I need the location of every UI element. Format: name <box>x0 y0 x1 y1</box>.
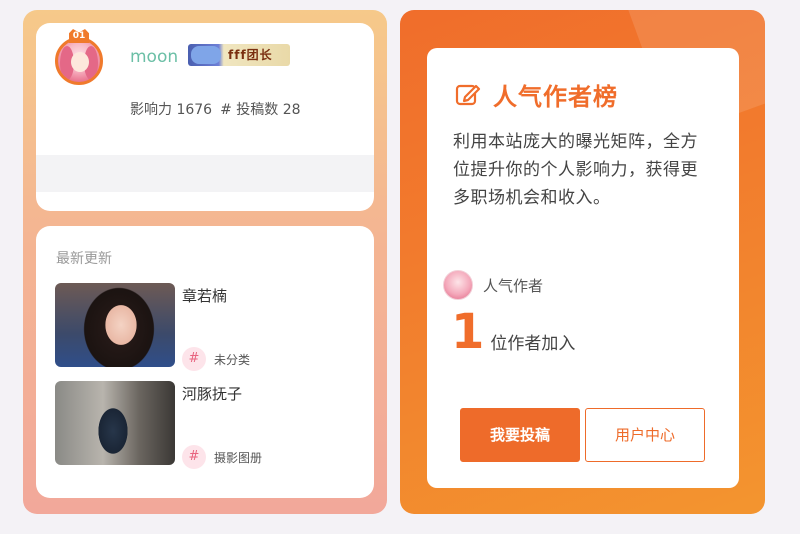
list-item[interactable]: 河豚抚子 # 摄影图册 <box>55 381 355 469</box>
ranking-description: 利用本站庞大的曝光矩阵，全方位提升你的个人影响力，获得更多职场机会和收入。 <box>453 132 698 208</box>
author-count: 1 位作者加入 <box>451 308 575 356</box>
vip-badge: fff团长 <box>188 44 290 66</box>
latest-updates-card: 最新更新 章若楠 # 未分类 河豚抚子 # 摄影图册 <box>36 226 374 498</box>
post-title[interactable]: 章若楠 <box>182 285 227 306</box>
influence-value: 1676 <box>176 102 213 118</box>
posts-value: 28 <box>282 102 301 118</box>
post-title[interactable]: 河豚抚子 <box>182 383 242 404</box>
hash-icon: # <box>182 347 206 371</box>
badge-mascot-icon <box>191 46 221 64</box>
influence-label: 影响力 <box>130 102 172 118</box>
vip-badge-text: fff团长 <box>228 48 273 62</box>
edit-icon <box>455 84 481 105</box>
post-category-label[interactable]: 摄影图册 <box>214 449 262 466</box>
hash-icon: # <box>182 445 206 469</box>
submit-post-button[interactable]: 我要投稿 <box>460 408 580 462</box>
ranking-header: 人气作者榜 <box>455 77 618 112</box>
post-thumbnail[interactable] <box>55 283 175 367</box>
post-category[interactable]: # 摄影图册 <box>182 445 262 469</box>
popular-author-label: 人气作者 <box>483 276 544 295</box>
user-avatar[interactable]: 01 <box>55 29 103 85</box>
post-category[interactable]: # 未分类 <box>182 347 250 371</box>
author-avatar[interactable] <box>443 270 473 300</box>
username[interactable]: moon <box>130 47 178 67</box>
author-count-label: 位作者加入 <box>490 334 576 354</box>
posts-label: # 投稿数 <box>220 102 279 118</box>
author-count-number: 1 <box>451 304 485 360</box>
ranking-title: 人气作者榜 <box>493 83 618 111</box>
popular-authors-card: 人气作者榜 利用本站庞大的曝光矩阵，全方位提升你的个人影响力，获得更多职场机会和… <box>427 48 739 488</box>
rank-crown-badge: 01 <box>69 29 89 43</box>
post-category-label[interactable]: 未分类 <box>214 351 250 368</box>
profile-footer-strip <box>36 155 374 192</box>
user-center-button[interactable]: 用户中心 <box>585 408 705 462</box>
avatar-image <box>55 37 103 85</box>
post-thumbnail[interactable] <box>55 381 175 465</box>
list-item[interactable]: 章若楠 # 未分类 <box>55 283 355 371</box>
user-stats: 影响力 1676 # 投稿数 28 <box>130 99 301 119</box>
latest-updates-title: 最新更新 <box>56 251 112 267</box>
posts-stat: # 投稿数 28 <box>220 99 300 119</box>
popular-author-row: 人气作者 <box>443 270 543 300</box>
influence-stat: 影响力 1676 <box>130 99 212 119</box>
